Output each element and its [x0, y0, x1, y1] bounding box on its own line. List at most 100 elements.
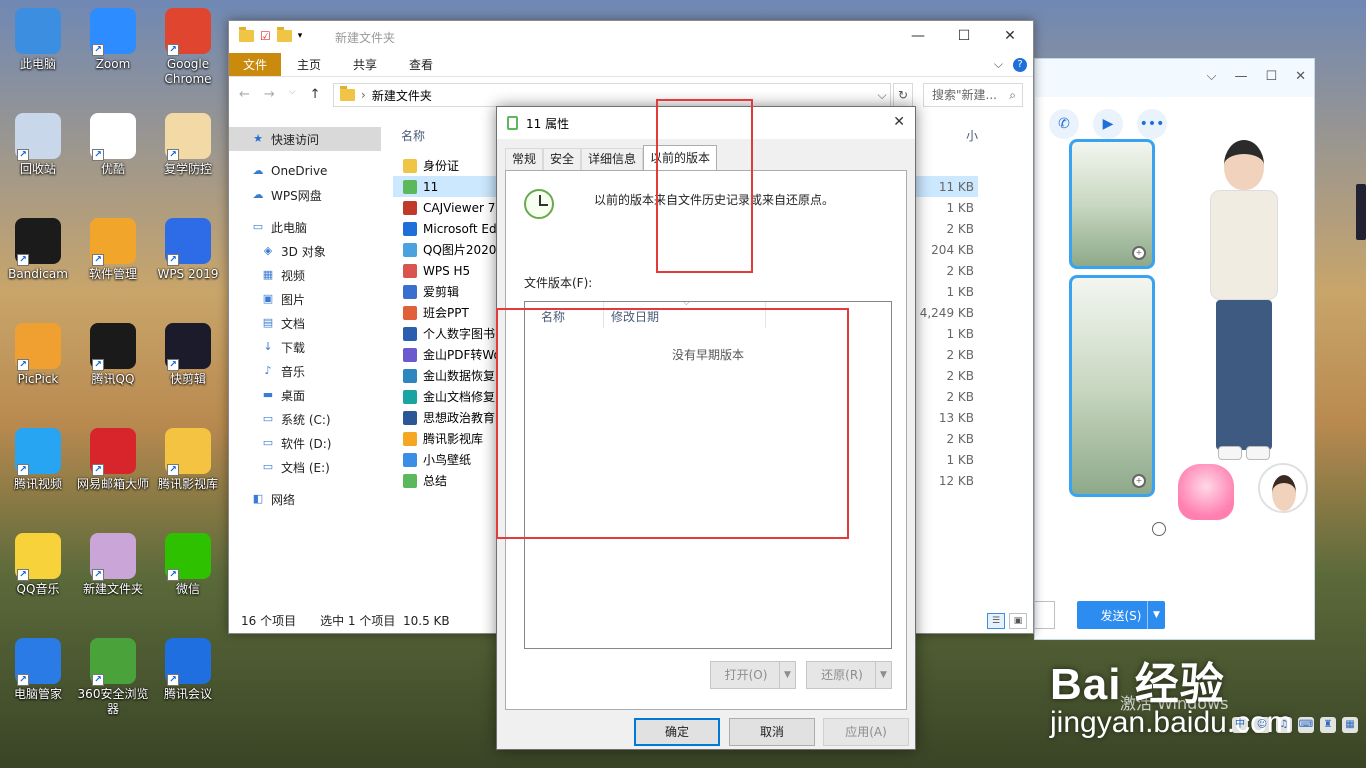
- tab-file[interactable]: 文件: [229, 53, 282, 76]
- grid-icon[interactable]: ▦: [1342, 717, 1358, 733]
- desktop-icon[interactable]: ↗ 电脑管家: [0, 638, 76, 702]
- tab-general[interactable]: 常规: [505, 148, 544, 170]
- desktop-icon[interactable]: ↗ 腾讯视频: [0, 428, 76, 492]
- phone-icon[interactable]: ✆: [1049, 109, 1079, 139]
- desktop-icon[interactable]: ↗ 新建文件夹: [75, 533, 151, 597]
- emoji-icon[interactable]: ☺: [1254, 717, 1270, 733]
- close-icon[interactable]: ✕: [1295, 69, 1306, 84]
- large-icons-view-icon[interactable]: ▣: [1009, 613, 1027, 629]
- nav-item[interactable]: ▣ 图片: [229, 287, 381, 311]
- up-icon[interactable]: ↑: [310, 87, 321, 102]
- desktop-icon[interactable]: ↗ 快剪辑: [150, 323, 226, 387]
- video-icon[interactable]: ▶: [1093, 109, 1123, 139]
- folder-icon: [340, 86, 355, 101]
- shirt-icon[interactable]: ♜: [1320, 717, 1336, 733]
- ime-icon[interactable]: 中: [1232, 717, 1248, 733]
- column-name-header[interactable]: 名称: [401, 127, 425, 144]
- close-icon[interactable]: ✕: [893, 114, 905, 130]
- chat-image[interactable]: +: [1069, 139, 1155, 269]
- send-button[interactable]: 发送(S) ▼: [1077, 601, 1165, 629]
- nav-item[interactable]: ▭ 文档 (E:): [229, 455, 381, 479]
- back-icon[interactable]: ←: [239, 87, 250, 102]
- chevron-down-icon[interactable]: ⌵: [1207, 69, 1217, 84]
- tab-view[interactable]: 查看: [393, 53, 449, 76]
- history-icon[interactable]: [1152, 522, 1166, 536]
- close-button[interactable]: ✕: [987, 21, 1033, 51]
- tab-details[interactable]: 详细信息: [581, 148, 644, 170]
- nav-item[interactable]: ▤ 文档: [229, 311, 381, 335]
- chevron-down-icon[interactable]: ⌵: [874, 88, 890, 103]
- desktop-icon[interactable]: ↗ 微信: [150, 533, 226, 597]
- desktop-icon[interactable]: ↗ 软件管理: [75, 218, 151, 282]
- avatar[interactable]: [1258, 463, 1308, 513]
- chevron-down-icon[interactable]: ▼: [1147, 601, 1165, 629]
- nav-item-label: 网络: [271, 492, 296, 507]
- desktop-icon[interactable]: ↗ 回收站: [0, 113, 76, 177]
- nav-item[interactable]: ◈ 3D 对象: [229, 239, 381, 263]
- tab-previous-versions[interactable]: 以前的版本: [643, 145, 718, 170]
- nav-item[interactable]: ☁ OneDrive: [229, 159, 381, 183]
- keyboard-icon[interactable]: ⌨: [1298, 717, 1314, 733]
- desktop-icon[interactable]: ↗ Google Chrome: [150, 8, 226, 87]
- chevron-down-icon[interactable]: ▾: [298, 31, 303, 41]
- minimize-icon[interactable]: —: [1234, 69, 1247, 84]
- desktop-icon[interactable]: ↗ PicPick: [0, 323, 76, 387]
- nav-item[interactable]: ★ 快速访问: [229, 127, 381, 151]
- help-icon[interactable]: ?: [1013, 57, 1027, 72]
- nav-item[interactable]: ◧ 网络: [229, 487, 381, 511]
- zoom-in-icon[interactable]: +: [1132, 246, 1146, 260]
- column-size-header[interactable]: 小: [966, 127, 978, 144]
- nav-item[interactable]: ▭ 此电脑: [229, 215, 381, 239]
- column-name-header[interactable]: 名称: [541, 308, 565, 325]
- desktop-icon[interactable]: ↗ 网易邮箱大师: [75, 428, 151, 492]
- forward-icon[interactable]: →: [264, 87, 275, 102]
- tab-home[interactable]: 主页: [281, 53, 337, 76]
- nav-item[interactable]: ↓ 下载: [229, 335, 381, 359]
- desktop-icon[interactable]: ↗ 腾讯QQ: [75, 323, 151, 387]
- desktop-icon[interactable]: ↗ 复学防控: [150, 113, 226, 177]
- search-input[interactable]: 搜索"新建... ⌕: [923, 83, 1023, 107]
- desktop-icon[interactable]: ↗ QQ音乐: [0, 533, 76, 597]
- desktop-icon[interactable]: ↗ Zoom: [75, 8, 151, 72]
- restore-button[interactable]: 还原(R) ▼: [806, 661, 892, 689]
- address-input[interactable]: › 新建文件夹 ⌵: [333, 83, 891, 107]
- zoom-in-icon[interactable]: +: [1132, 474, 1146, 488]
- chevron-down-icon[interactable]: ▼: [875, 662, 891, 688]
- apply-button[interactable]: 应用(A): [823, 718, 909, 746]
- cancel-button[interactable]: 取消: [729, 718, 815, 746]
- desktop-icon[interactable]: ↗ 腾讯会议: [150, 638, 226, 702]
- desktop-icon[interactable]: 此电脑: [0, 8, 76, 72]
- ok-button[interactable]: 确定: [634, 718, 720, 746]
- shortcut-arrow-icon: ↗: [17, 464, 29, 476]
- properties-icon[interactable]: ☑: [260, 29, 271, 43]
- mic-icon[interactable]: ♫: [1276, 717, 1292, 733]
- desktop-icon[interactable]: ↗ 360安全浏览器: [75, 638, 151, 717]
- maximize-button[interactable]: ☐: [941, 21, 987, 51]
- versions-list[interactable]: 名称 ⌵ 修改日期 没有早期版本: [524, 298, 892, 649]
- nav-item[interactable]: ▭ 软件 (D:): [229, 431, 381, 455]
- open-button[interactable]: 打开(O) ▼: [710, 661, 796, 689]
- more-icon[interactable]: •••: [1137, 109, 1167, 139]
- nav-item[interactable]: ☁ WPS网盘: [229, 183, 381, 207]
- minimize-button[interactable]: —: [895, 21, 941, 51]
- maximize-icon[interactable]: ☐: [1265, 69, 1277, 84]
- new-folder-icon[interactable]: [276, 27, 292, 42]
- tab-share[interactable]: 共享: [337, 53, 393, 76]
- chevron-down-icon[interactable]: ⌵: [994, 57, 1003, 72]
- nav-item[interactable]: ▦ 视频: [229, 263, 381, 287]
- desktop-icon[interactable]: ↗ WPS 2019: [150, 218, 226, 282]
- nav-item[interactable]: ▬ 桌面: [229, 383, 381, 407]
- details-view-icon[interactable]: ☰: [987, 613, 1005, 629]
- tab-security[interactable]: 安全: [543, 148, 582, 170]
- nav-item[interactable]: ▭ 系统 (C:): [229, 407, 381, 431]
- refresh-button[interactable]: ↻: [893, 83, 913, 107]
- desktop-icon[interactable]: ↗ 腾讯影视库: [150, 428, 226, 492]
- chat-image[interactable]: +: [1069, 275, 1155, 497]
- desktop-icon[interactable]: ↗ 优酷: [75, 113, 151, 177]
- column-date-header[interactable]: 修改日期: [611, 308, 659, 325]
- chevron-down-icon[interactable]: ▼: [779, 662, 795, 688]
- close-chat-button[interactable]: [1035, 601, 1055, 629]
- nav-item[interactable]: ♪ 音乐: [229, 359, 381, 383]
- chevron-down-icon[interactable]: ⌵: [289, 87, 296, 102]
- desktop-icon[interactable]: ↗ Bandicam: [0, 218, 76, 282]
